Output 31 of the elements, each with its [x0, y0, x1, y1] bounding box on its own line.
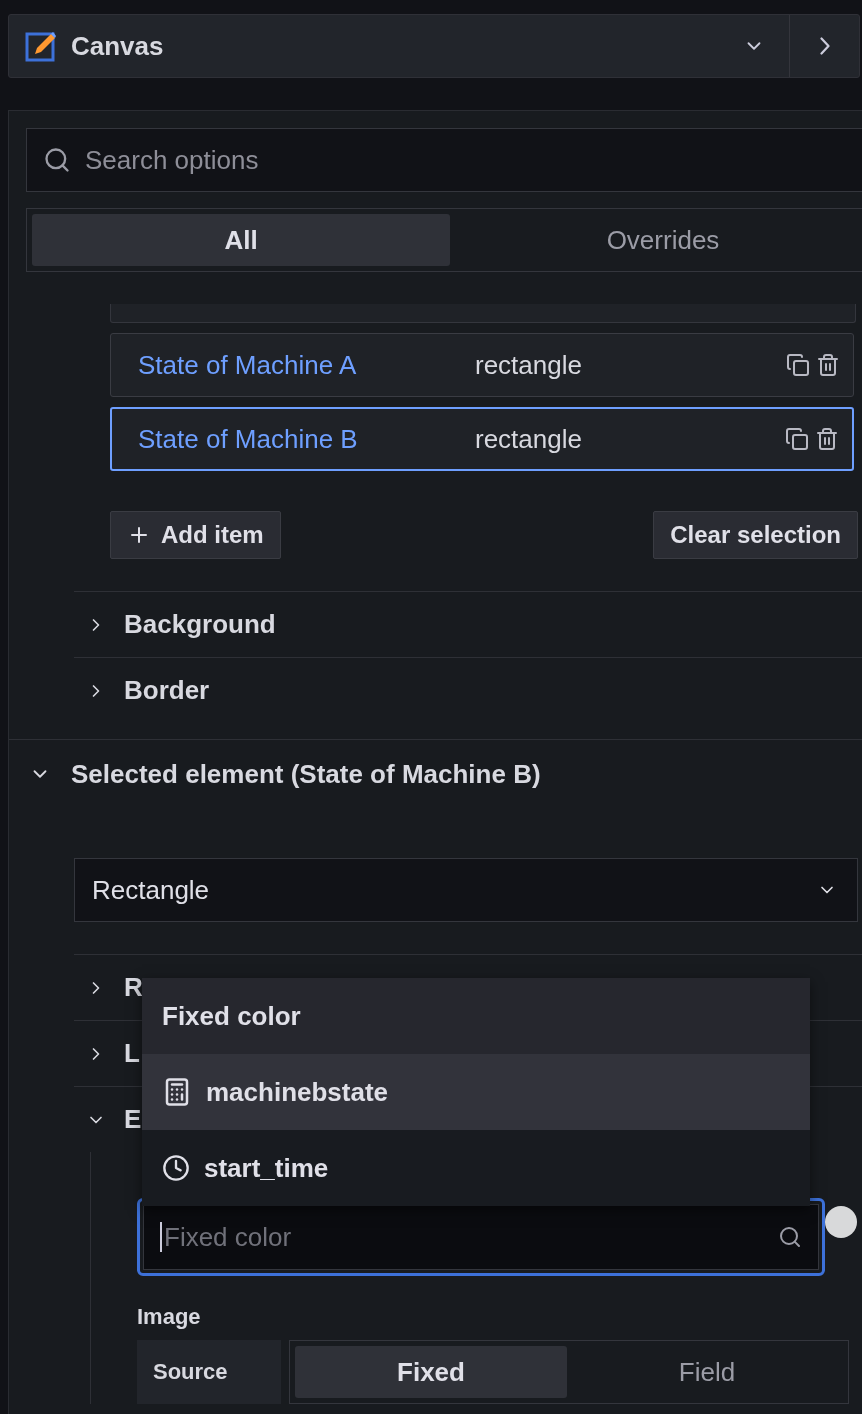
element-row[interactable]: State of Machine B rectangle [110, 407, 854, 471]
element-row[interactable]: State of Machine A rectangle [110, 333, 854, 397]
source-option[interactable]: Field [571, 1346, 843, 1398]
search-icon [778, 1225, 802, 1249]
section-header[interactable]: Border [74, 657, 862, 723]
clock-icon [162, 1154, 190, 1182]
search-field[interactable]: Search options [26, 128, 862, 192]
tab[interactable]: All [32, 214, 450, 266]
chevron-right-icon [819, 37, 830, 55]
element-type: rectangle [475, 423, 583, 455]
tab[interactable]: Overrides [454, 214, 862, 266]
element-type: rectangle [475, 349, 583, 381]
edit-icon [25, 30, 57, 62]
element-name[interactable]: State of Machine B [138, 423, 475, 455]
color-swatch[interactable] [825, 1206, 857, 1238]
element-type-select[interactable]: Rectangle [74, 858, 858, 922]
element-name[interactable]: State of Machine A [138, 349, 475, 381]
menu-item[interactable]: machinebstate [142, 1054, 810, 1130]
search-input[interactable]: Search options [83, 143, 862, 177]
visualization-title: Canvas [71, 30, 165, 62]
image-label: Image [137, 1304, 202, 1330]
clear-selection-button[interactable]: Clear selection [653, 511, 858, 559]
section-header[interactable]: Background [74, 591, 862, 657]
search-icon [43, 146, 71, 174]
section-header[interactable]: Selected element (State of Machine B) [29, 752, 541, 796]
add-item-button[interactable]: Add item [110, 511, 281, 559]
source-label: Source [137, 1340, 281, 1404]
source-option[interactable]: Fixed [295, 1346, 567, 1398]
menu-item[interactable]: start_time [142, 1130, 810, 1206]
color-field[interactable]: Fixed color [143, 1204, 819, 1270]
menu-item[interactable]: Fixed color [142, 978, 810, 1054]
